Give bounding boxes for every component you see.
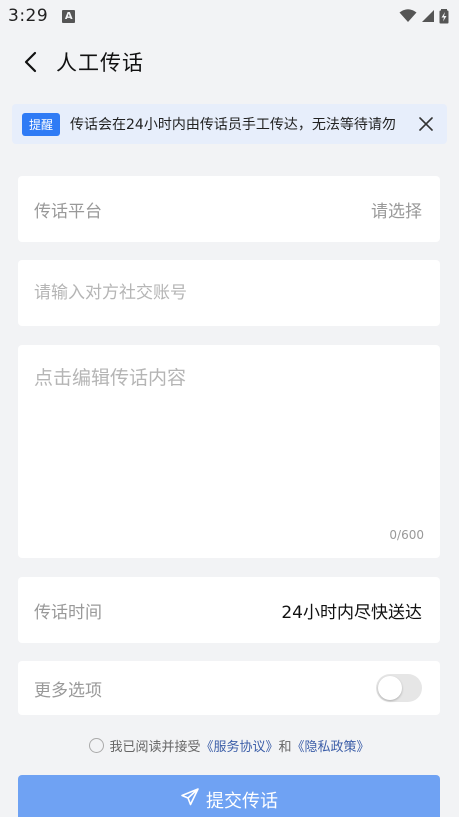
agreement-prefix: 我已阅读并接受 — [109, 739, 201, 755]
notice-tag: 提醒 — [22, 112, 61, 136]
notice-close-button[interactable] — [409, 107, 443, 141]
delivery-time-label: 传话时间 — [34, 602, 102, 623]
account-input[interactable] — [34, 260, 422, 326]
submit-label: 提交传话 — [206, 791, 278, 812]
submit-button[interactable]: 提交传话 — [18, 775, 440, 817]
platform-label: 传话平台 — [34, 201, 102, 222]
app-header: 人工传话 — [0, 40, 459, 84]
agreement-radio[interactable] — [89, 737, 105, 753]
wifi-icon — [399, 9, 417, 22]
delivery-time-value: 24小时内尽快送达 — [281, 602, 422, 623]
page-title: 人工传话 — [56, 51, 144, 75]
content-card: 0/600 — [18, 345, 440, 558]
content-textarea[interactable] — [34, 363, 424, 523]
more-options-label: 更多选项 — [34, 680, 102, 701]
status-bar: 3:29 A — [0, 0, 459, 32]
notice-text: 传话会在24小时内由传话员手工传达，无法等待请勿下单 — [70, 117, 397, 133]
status-time: 3:29 — [8, 6, 49, 26]
chevron-left-icon — [24, 51, 37, 73]
close-icon — [419, 117, 433, 131]
notification-a-icon: A — [62, 9, 76, 23]
agreement-and: 和 — [278, 739, 292, 755]
agreement-row: 我已阅读并接受 《服务协议》 和 《隐私政策》 — [0, 735, 459, 755]
notice-banner: 提醒 传话会在24小时内由传话员手工传达，无法等待请勿下单 — [12, 104, 447, 144]
account-field-card — [18, 260, 440, 326]
platform-select[interactable]: 传话平台 请选择 — [18, 176, 440, 242]
toggle-knob — [378, 676, 402, 700]
back-button[interactable] — [10, 42, 50, 82]
service-agreement-link[interactable]: 《服务协议》 — [200, 736, 278, 755]
cellular-signal-icon — [422, 10, 434, 22]
platform-value: 请选择 — [371, 201, 422, 222]
privacy-policy-link[interactable]: 《隐私政策》 — [292, 736, 370, 755]
battery-charging-icon — [439, 9, 449, 24]
send-icon — [180, 787, 200, 807]
status-icons — [399, 8, 449, 24]
delivery-time-row[interactable]: 传话时间 24小时内尽快送达 — [18, 577, 440, 643]
more-options-toggle[interactable] — [376, 674, 422, 702]
char-counter: 0/600 — [389, 528, 424, 542]
more-options-row: 更多选项 — [18, 661, 440, 715]
